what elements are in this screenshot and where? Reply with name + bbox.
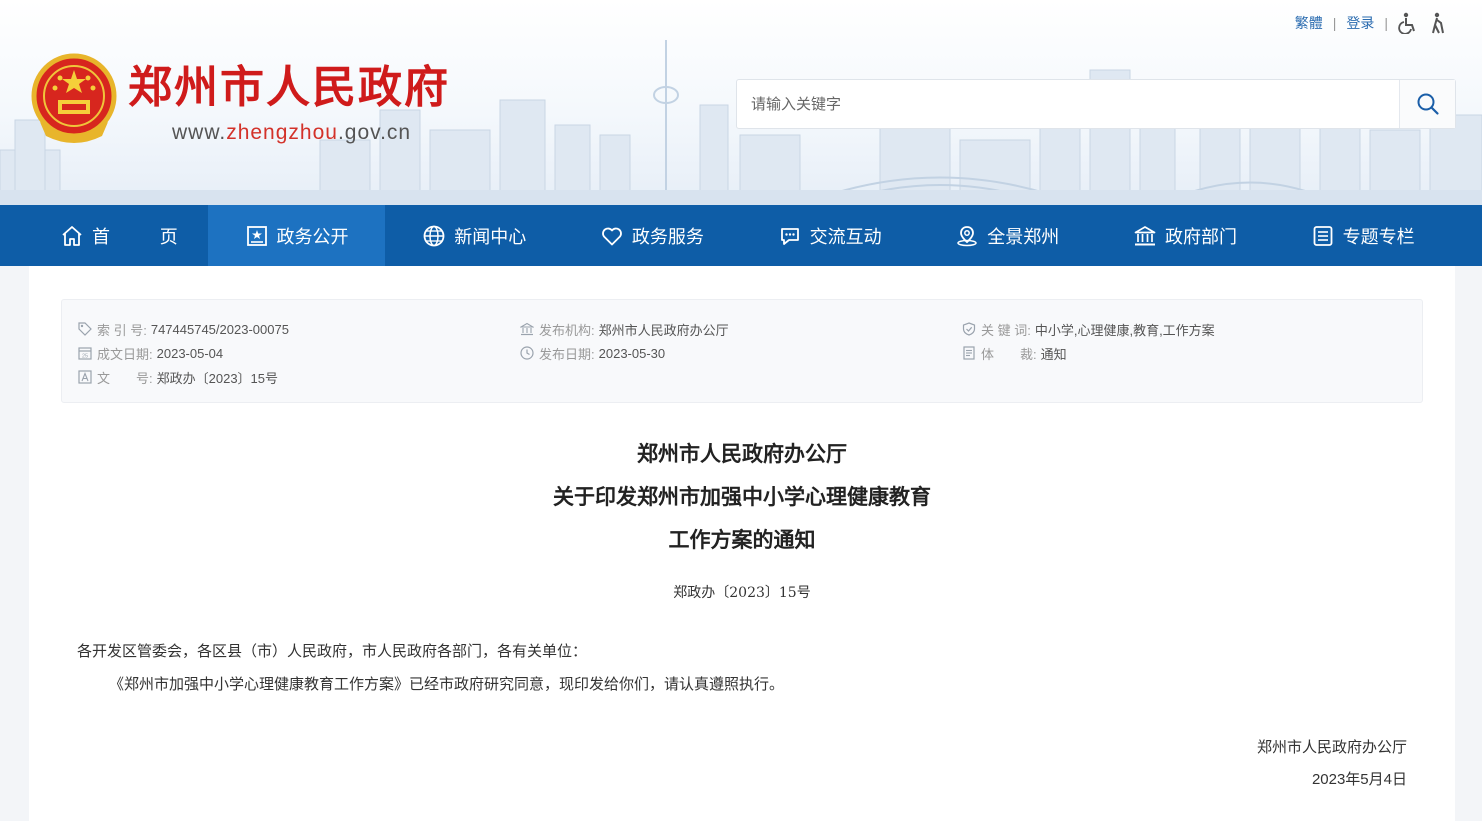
- url-highlight: zhengzhou: [226, 121, 338, 144]
- url-prefix: www.: [172, 121, 227, 144]
- meta-key: 关 键 词:: [981, 322, 1031, 338]
- divider: |: [1384, 15, 1388, 31]
- meta-keywords: 关 键 词: 中小学,心理健康,教育,工作方案: [962, 317, 1215, 341]
- institution-icon: [520, 322, 534, 336]
- meta-col-2: 发布机构: 郑州市人民政府办公厅 发布日期: 2023-05-30: [520, 317, 729, 365]
- meta-published: 发布日期: 2023-05-30: [520, 341, 729, 365]
- document-title: 郑州市人民政府办公厅 关于印发郑州市加强中小学心理健康教育 工作方案的通知: [29, 432, 1455, 561]
- meta-issuer: 发布机构: 郑州市人民政府办公厅: [520, 317, 729, 341]
- nav-label: 政府部门: [1164, 226, 1237, 248]
- svg-text:25: 25: [82, 354, 88, 360]
- nav-label: 交流互动: [809, 226, 882, 248]
- meta-created: 25 成文日期: 2023-05-04: [78, 341, 289, 365]
- meta-value: 郑政办〔2023〕15号: [156, 370, 279, 386]
- nav-item-departments[interactable]: 政府部门: [1096, 205, 1274, 266]
- nav-label: 政务公开: [276, 226, 349, 248]
- nav-item-panorama[interactable]: 全景郑州: [918, 205, 1096, 266]
- site-header: 郑州市人民政府 www.zhengzhou.gov.cn 繁體 | 登录 |: [0, 0, 1482, 205]
- nav-label: 首 页: [91, 226, 200, 248]
- search-button[interactable]: [1399, 80, 1455, 128]
- document-date: 2023年5月4日: [1311, 771, 1407, 788]
- meta-doc-no: 文 号: 郑政办〔2023〕15号: [78, 365, 289, 389]
- search-bar: [736, 79, 1456, 129]
- meta-value: 747445745/2023-00075: [150, 321, 289, 337]
- nav-label: 政务服务: [631, 226, 704, 248]
- clock-icon: [520, 346, 534, 360]
- meta-value: 2023-05-04: [156, 345, 224, 361]
- login-link[interactable]: 登录: [1346, 13, 1374, 33]
- nav-item-home[interactable]: 首 页: [30, 205, 208, 266]
- document-recipients: 各开发区管委会，各区县（市）人民政府，市人民政府各部门，各有关单位：: [77, 643, 588, 660]
- nav-item-news[interactable]: 新闻中心: [385, 205, 563, 266]
- document-number: 郑政办〔2023〕15号: [673, 585, 811, 601]
- national-emblem-icon: [31, 53, 117, 143]
- calendar-icon: 25: [78, 347, 92, 360]
- meta-value: 郑州市人民政府办公厅: [598, 322, 729, 338]
- site-url[interactable]: www.zhengzhou.gov.cn: [172, 121, 411, 145]
- traditional-chinese-link[interactable]: 繁體: [1295, 13, 1323, 33]
- title-line: 工作方案的通知: [668, 527, 816, 552]
- meta-value: 通知: [1040, 346, 1067, 362]
- meta-value: 中小学,心理健康,教育,工作方案: [1034, 322, 1215, 338]
- meta-col-3: 关 键 词: 中小学,心理健康,教育,工作方案 体 裁: 通知: [962, 317, 1215, 365]
- list-icon: [1313, 225, 1333, 246]
- meta-index-no: 索 引 号: 747445745/2023-00075: [78, 317, 289, 341]
- document-icon: [963, 346, 975, 360]
- meta-key: 体 裁:: [981, 346, 1037, 362]
- site-title[interactable]: 郑州市人民政府: [128, 62, 450, 114]
- meta-key: 成文日期:: [97, 346, 153, 362]
- nav-item-gov-affairs[interactable]: 政务公开: [207, 205, 386, 266]
- heart-icon: [602, 227, 622, 245]
- document-body: 《郑州市加强中小学心理健康教育工作方案》已经市政府研究同意，现印发给你们，请认真…: [109, 676, 785, 693]
- building-icon: [1134, 225, 1156, 245]
- nav-item-interaction[interactable]: 交流互动: [741, 205, 919, 266]
- panorama-icon: [957, 225, 978, 246]
- meta-key: 发布日期:: [539, 346, 595, 362]
- search-icon: [1417, 93, 1439, 115]
- elderly-icon[interactable]: [1428, 12, 1448, 34]
- bulletin-icon: [246, 225, 267, 246]
- nav-label: 专题专栏: [1342, 226, 1415, 248]
- title-line: 关于印发郑州市加强中小学心理健康教育: [553, 484, 931, 509]
- search-input[interactable]: [737, 80, 1399, 128]
- wheelchair-icon[interactable]: [1398, 12, 1418, 34]
- meta-value: 2023-05-30: [598, 345, 666, 361]
- tag-icon: [78, 322, 92, 336]
- meta-key: 发布机构:: [539, 322, 595, 338]
- meta-key: 文 号:: [97, 370, 153, 386]
- text-icon: [78, 370, 92, 384]
- shield-check-icon: [962, 322, 976, 336]
- url-suffix: .gov.cn: [337, 121, 412, 144]
- meta-key: 索 引 号:: [97, 322, 147, 338]
- meta-col-1: 索 引 号: 747445745/2023-00075 25 成文日期: 202…: [78, 317, 289, 389]
- document-signature: 郑州市人民政府办公厅: [1256, 739, 1407, 756]
- title-line: 郑州市人民政府办公厅: [637, 441, 847, 466]
- home-icon: [62, 225, 82, 246]
- nav-item-topics[interactable]: 专题专栏: [1274, 205, 1452, 266]
- article-container: 索 引 号: 747445745/2023-00075 25 成文日期: 202…: [29, 266, 1455, 821]
- document-metadata: 索 引 号: 747445745/2023-00075 25 成文日期: 202…: [61, 299, 1423, 403]
- nav-label: 新闻中心: [454, 226, 527, 248]
- globe-icon: [423, 225, 445, 246]
- main-nav: 首 页 政务公开 新闻中心 政务服务 交流互动 全景郑州 政府部门 专题专栏: [0, 205, 1482, 266]
- nav-item-services[interactable]: 政务服务: [563, 205, 741, 266]
- top-links: 繁體 | 登录 |: [1295, 12, 1448, 34]
- nav-label: 全景郑州: [987, 226, 1060, 248]
- meta-genre: 体 裁: 通知: [962, 341, 1215, 365]
- divider: |: [1332, 15, 1337, 31]
- chat-icon: [780, 227, 799, 245]
